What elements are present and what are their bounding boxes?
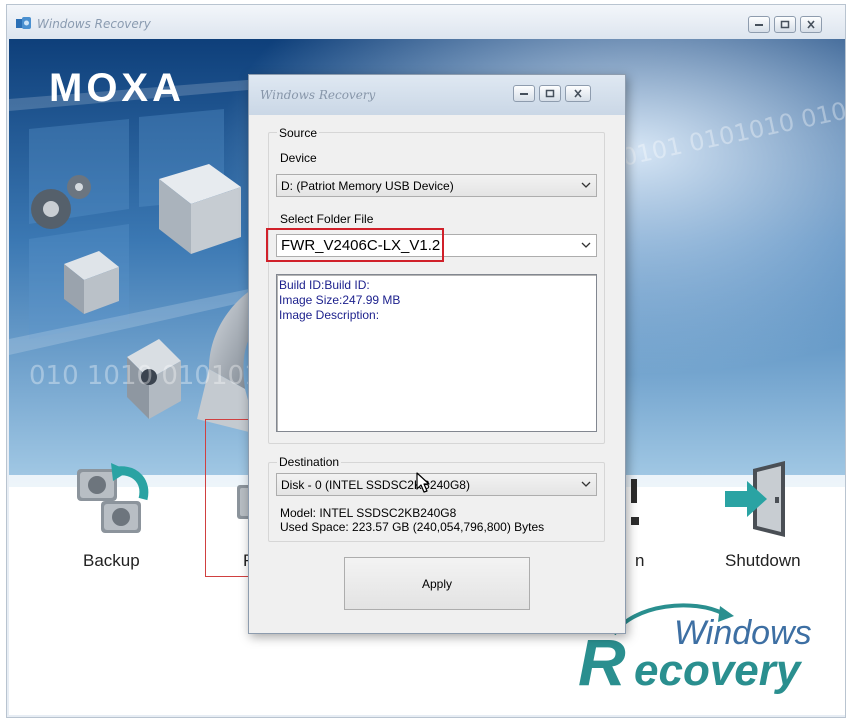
folder-label: Select Folder File: [280, 212, 374, 226]
device-value: D: (Patriot Memory USB Device): [281, 178, 454, 193]
image-size-line: Image Size:247.99 MB: [279, 293, 594, 308]
recovery-word: ecovery: [634, 646, 801, 695]
close-icon: [574, 89, 582, 98]
backup-tile[interactable]: Backup: [59, 459, 169, 579]
outer-window-controls: [748, 16, 822, 33]
dialog-maximize-button[interactable]: [539, 85, 561, 102]
app-icon: [16, 17, 31, 29]
chevron-down-icon: [581, 242, 591, 248]
dialog-body: Source Device D: (Patriot Memory USB Dev…: [249, 115, 625, 633]
exit-door-icon: [725, 461, 785, 537]
dialog-title: Windows Recovery: [260, 88, 376, 102]
outer-window-title: Windows Recovery: [37, 17, 151, 31]
dialog-titlebar[interactable]: Windows Recovery: [249, 75, 625, 115]
partial-label: n: [635, 551, 645, 570]
dialog-close-button[interactable]: [565, 85, 591, 102]
close-button[interactable]: [800, 16, 822, 33]
recovery-dialog: Windows Recovery Source Device D: (Patri…: [248, 74, 626, 634]
recovery-initial: R: [578, 625, 626, 699]
dialog-minimize-button[interactable]: [513, 85, 535, 102]
shutdown-tile[interactable]: Shutdown: [709, 459, 819, 579]
minimize-icon: [520, 92, 528, 95]
moxa-logo: MOXA: [49, 66, 185, 110]
disk-model: Model: INTEL SSDSC2KB240G8: [280, 506, 457, 520]
dialog-window-controls: [513, 85, 591, 102]
folder-highlight-box: [266, 228, 444, 262]
outer-titlebar[interactable]: Windows Recovery: [7, 5, 845, 39]
apply-button[interactable]: Apply: [344, 557, 530, 610]
mouse-cursor-icon: [416, 472, 430, 493]
apply-label: Apply: [421, 576, 453, 591]
partial-tile[interactable]: n: [631, 459, 655, 579]
backup-label: Backup: [83, 551, 140, 570]
minimize-button[interactable]: [748, 16, 770, 33]
device-label: Device: [280, 151, 317, 165]
image-info-box[interactable]: Build ID:Build ID: Image Size:247.99 MB …: [276, 274, 597, 432]
chevron-down-icon: [581, 182, 591, 188]
disk-value: Disk - 0 (INTEL SSDSC2KB240G8): [281, 477, 470, 492]
disk-used-space: Used Space: 223.57 GB (240,054,796,800) …: [280, 520, 545, 534]
maximize-icon: [780, 20, 790, 29]
image-description-line: Image Description:: [279, 308, 380, 322]
disk-combobox[interactable]: Disk - 0 (INTEL SSDSC2KB240G8): [276, 473, 597, 496]
image-size-value: 247.99 MB: [342, 293, 401, 307]
disk-backup-icon: [77, 463, 149, 533]
build-id-line: Build ID:Build ID:: [279, 278, 370, 292]
shutdown-label: Shutdown: [725, 551, 801, 570]
close-icon: [807, 20, 815, 29]
maximize-button[interactable]: [774, 16, 796, 33]
device-combobox[interactable]: D: (Patriot Memory USB Device): [276, 174, 597, 197]
minimize-icon: [755, 23, 763, 26]
image-size-label: Image Size:: [279, 293, 343, 307]
destination-legend: Destination: [277, 455, 342, 469]
partial-icon: [631, 479, 639, 525]
source-legend: Source: [277, 126, 320, 140]
chevron-down-icon: [581, 481, 591, 487]
maximize-icon: [545, 89, 555, 98]
